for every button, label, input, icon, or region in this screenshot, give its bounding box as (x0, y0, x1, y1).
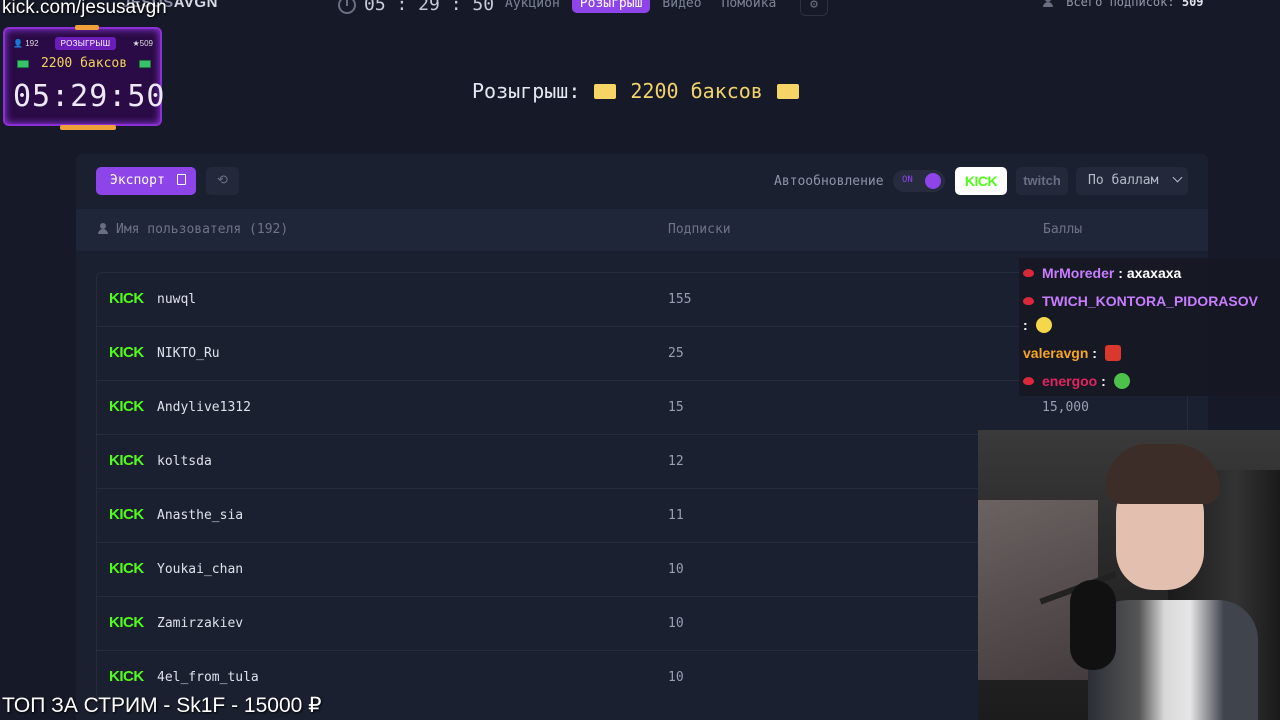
chat-badge-icon (1023, 297, 1034, 305)
col-username[interactable]: Имя пользователя (192) (98, 222, 288, 237)
red-face-emote-icon (1104, 345, 1121, 361)
chevron-down-icon (1172, 172, 1183, 183)
row-subs: 12 (668, 454, 684, 469)
giveaway-headline: Розыгрыш: 2200 баксов (472, 79, 799, 103)
kick-platform-icon: KICK (109, 344, 144, 361)
webcam-microphone (1070, 580, 1116, 670)
chat-username: MrMoreder (1042, 265, 1115, 281)
export-label: Экспорт (110, 173, 165, 188)
row-subs: 10 (668, 616, 684, 631)
gold-bar-icon (776, 83, 799, 99)
chat-overlay: MrMoreder : ахахаха TWICH_KONTORA_PIDORA… (1019, 258, 1280, 396)
auto-update-toggle[interactable]: ON (893, 170, 945, 192)
row-username: NIKTO_Ru (157, 346, 220, 361)
nav-tabs: Аукцион Розыгрыш Видео Помойка (497, 0, 784, 13)
tab-giveaway[interactable]: Розыгрыш (571, 0, 651, 13)
row-subs: 10 (668, 670, 684, 685)
widget-count-left: 👤 192 (13, 39, 39, 48)
kick-platform-icon: KICK (109, 452, 144, 469)
nav-timer-value: 05 : 29 : 50 (364, 0, 495, 15)
total-subs-label: Всего подписок: (1066, 0, 1175, 9)
tab-video[interactable]: Видео (654, 0, 709, 13)
refresh-icon: ⟲ (217, 173, 228, 188)
headline-prize: 2200 баксов (630, 79, 763, 103)
twitch-logo-icon: twitch (1023, 173, 1061, 188)
tab-trash[interactable]: Помойка (714, 0, 785, 13)
top-donation-ticker: ТОП ЗА СТРИМ - Sk1F - 15000 ₽ (2, 694, 322, 717)
toggle-state: ON (902, 175, 913, 185)
chat-message-cont: : (1023, 317, 1052, 333)
gold-bar-icon (594, 83, 617, 99)
money-icon (139, 59, 151, 68)
chat-badge-icon (1023, 269, 1034, 277)
sort-label: По баллам (1088, 173, 1159, 188)
user-icon (1043, 0, 1053, 7)
row-subs: 15 (668, 400, 684, 415)
row-subs: 155 (668, 292, 692, 307)
sort-select[interactable]: По баллам (1076, 167, 1188, 195)
row-username: nuwql (157, 292, 197, 307)
giveaway-overlay-widget: 👤 192 РОЗЫГРЫШ ★509 2200 баксов 05:29:50 (3, 25, 165, 130)
webcam-streamer-hair (1106, 444, 1220, 504)
total-subs: Всего подписок: 509 (1043, 0, 1204, 9)
kick-filter-button[interactable]: KICK (955, 167, 1007, 195)
chat-badge-icon (1023, 377, 1034, 385)
chat-message: TWICH_KONTORA_PIDORASOV (1023, 293, 1258, 309)
row-subs: 25 (668, 346, 684, 361)
money-icon (17, 59, 29, 68)
tab-auction[interactable]: Аукцион (497, 0, 568, 13)
kick-platform-icon: KICK (109, 668, 144, 685)
row-subs: 10 (668, 562, 684, 577)
chat-username: energoo (1042, 373, 1098, 389)
kick-logo-icon: KICK (964, 173, 998, 189)
row-username: Zamirzakiev (157, 616, 244, 631)
user-icon (98, 223, 108, 234)
row-username: koltsda (157, 454, 212, 469)
export-icon (176, 174, 186, 185)
chat-message: valeravgn : (1023, 345, 1121, 361)
clock-icon (338, 0, 356, 14)
top-nav: JESUSAVGN 05 : 29 : 50 Аукцион Розыгрыш … (0, 0, 1280, 18)
total-subs-value: 509 (1181, 0, 1204, 9)
auto-update-label: Автообновление (774, 174, 884, 189)
kick-platform-icon: KICK (109, 506, 144, 523)
twitch-filter-button[interactable]: twitch (1016, 167, 1068, 195)
chat-message: MrMoreder : ахахаха (1023, 265, 1181, 281)
kick-platform-icon: KICK (109, 560, 144, 577)
row-points: 15,000 (1042, 400, 1089, 415)
col-subs[interactable]: Подписки (668, 222, 731, 237)
kick-url-overlay: kick.com/jesusavgn (2, 0, 167, 18)
kick-platform-icon: KICK (109, 290, 144, 307)
headline-label: Розыгрыш: (472, 79, 581, 103)
widget-prize: 2200 баксов (40, 56, 128, 71)
nav-timer: 05 : 29 : 50 (338, 0, 494, 15)
chat-username: TWICH_KONTORA_PIDORASOV (1042, 293, 1258, 309)
toggle-knob (925, 173, 941, 189)
kick-platform-icon: KICK (109, 398, 144, 415)
row-username: Anasthe_sia (157, 508, 244, 523)
chat-message: energoo : (1023, 373, 1130, 389)
widget-timer: 05:29:50 (13, 79, 166, 114)
widget-tab-top (75, 25, 99, 30)
webcam-feed (978, 430, 1280, 720)
col-points[interactable]: Баллы (1043, 222, 1082, 237)
table-header: Имя пользователя (192) Подписки Баллы (76, 209, 1208, 251)
green-frog-emote-icon (1113, 373, 1130, 389)
export-button[interactable]: Экспорт (96, 167, 196, 195)
row-subs: 11 (668, 508, 684, 523)
row-username: Andylive1312 (157, 400, 251, 415)
toolbar: Экспорт ⟲ Автообновление ON KICK twitch … (96, 167, 1188, 197)
widget-tab-bottom (60, 125, 116, 130)
widget-count-right: ★509 (132, 39, 153, 48)
chat-text: ахахаха (1126, 265, 1182, 281)
widget-badge: РОЗЫГРЫШ (54, 37, 117, 50)
thinking-emote-icon (1035, 317, 1052, 333)
settings-gear-icon[interactable]: ⚙ (800, 0, 828, 16)
kick-platform-icon: KICK (109, 614, 144, 631)
chat-username: valeravgn (1023, 345, 1089, 361)
row-username: Youkai_chan (157, 562, 244, 577)
row-username: 4el_from_tula (157, 670, 259, 685)
refresh-button[interactable]: ⟲ (206, 167, 239, 195)
